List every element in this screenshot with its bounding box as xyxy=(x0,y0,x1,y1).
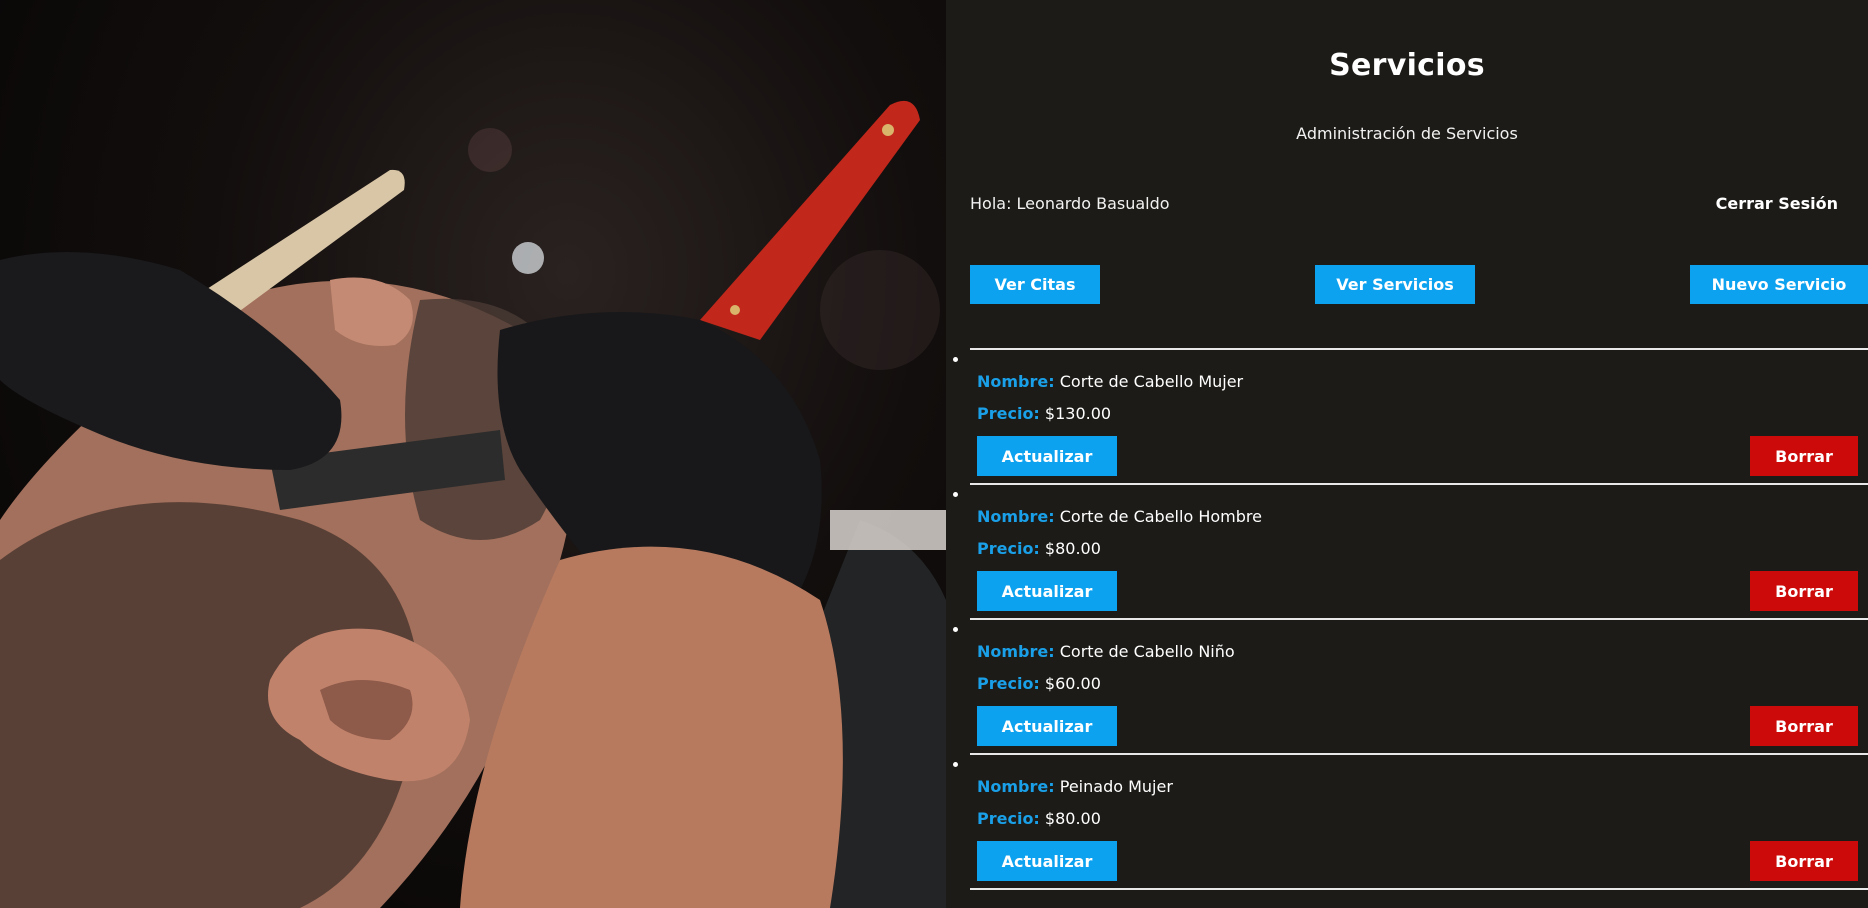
service-price: Precio: $130.00 xyxy=(977,404,1111,423)
logout-link[interactable]: Cerrar Sesión xyxy=(1716,194,1838,213)
name-label: Nombre: xyxy=(977,507,1055,526)
list-item: Nombre: Corte de Cabello Mujer Precio: $… xyxy=(970,350,1868,485)
service-name: Nombre: Corte de Cabello Hombre xyxy=(977,507,1262,526)
list-item: Nombre: Peinado Mujer Precio: $80.00 Act… xyxy=(970,755,1868,890)
user-greeting: Hola: Leonardo Basualdo xyxy=(970,194,1170,213)
service-name-value: Corte de Cabello Hombre xyxy=(1059,507,1262,526)
new-service-button[interactable]: Nuevo Servicio xyxy=(1690,265,1868,304)
update-button[interactable]: Actualizar xyxy=(977,841,1117,881)
update-button[interactable]: Actualizar xyxy=(977,706,1117,746)
service-price: Precio: $60.00 xyxy=(977,674,1101,693)
list-item: Nombre: Corte de Cabello Niño Precio: $6… xyxy=(970,620,1868,755)
delete-button[interactable]: Borrar xyxy=(1750,706,1858,746)
price-label: Precio: xyxy=(977,674,1040,693)
service-price-value: $60.00 xyxy=(1044,674,1101,693)
list-item: Nombre: Corte de Cabello Hombre Precio: … xyxy=(970,485,1868,620)
name-label: Nombre: xyxy=(977,777,1055,796)
update-button[interactable]: Actualizar xyxy=(977,571,1117,611)
page-subtitle: Administración de Servicios xyxy=(1296,124,1518,143)
view-services-button[interactable]: Ver Servicios xyxy=(1315,265,1475,304)
service-price-value: $80.00 xyxy=(1044,809,1101,828)
admin-panel: Servicios Administración de Servicios Ho… xyxy=(946,0,1868,908)
price-label: Precio: xyxy=(977,539,1040,558)
service-price: Precio: $80.00 xyxy=(977,539,1101,558)
name-label: Nombre: xyxy=(977,642,1055,661)
price-label: Precio: xyxy=(977,404,1040,423)
service-name-value: Corte de Cabello Niño xyxy=(1059,642,1235,661)
delete-button[interactable]: Borrar xyxy=(1750,436,1858,476)
name-label: Nombre: xyxy=(977,372,1055,391)
delete-button[interactable]: Borrar xyxy=(1750,841,1858,881)
view-appointments-button[interactable]: Ver Citas xyxy=(970,265,1100,304)
barber-shaving-illustration xyxy=(0,100,946,908)
services-list: Nombre: Corte de Cabello Mujer Precio: $… xyxy=(970,350,1868,890)
service-name-value: Peinado Mujer xyxy=(1059,777,1173,796)
update-button[interactable]: Actualizar xyxy=(977,436,1117,476)
service-price: Precio: $80.00 xyxy=(977,809,1101,828)
service-name: Nombre: Corte de Cabello Mujer xyxy=(977,372,1243,391)
service-price-value: $80.00 xyxy=(1044,539,1101,558)
hero-barber-image xyxy=(0,0,946,908)
service-name-value: Corte de Cabello Mujer xyxy=(1059,372,1244,391)
service-name: Nombre: Corte de Cabello Niño xyxy=(977,642,1235,661)
page: Servicios Administración de Servicios Ho… xyxy=(0,0,1868,908)
page-title: Servicios xyxy=(1329,48,1485,83)
delete-button[interactable]: Borrar xyxy=(1750,571,1858,611)
service-name: Nombre: Peinado Mujer xyxy=(977,777,1173,796)
price-label: Precio: xyxy=(977,809,1040,828)
service-price-value: $130.00 xyxy=(1044,404,1112,423)
